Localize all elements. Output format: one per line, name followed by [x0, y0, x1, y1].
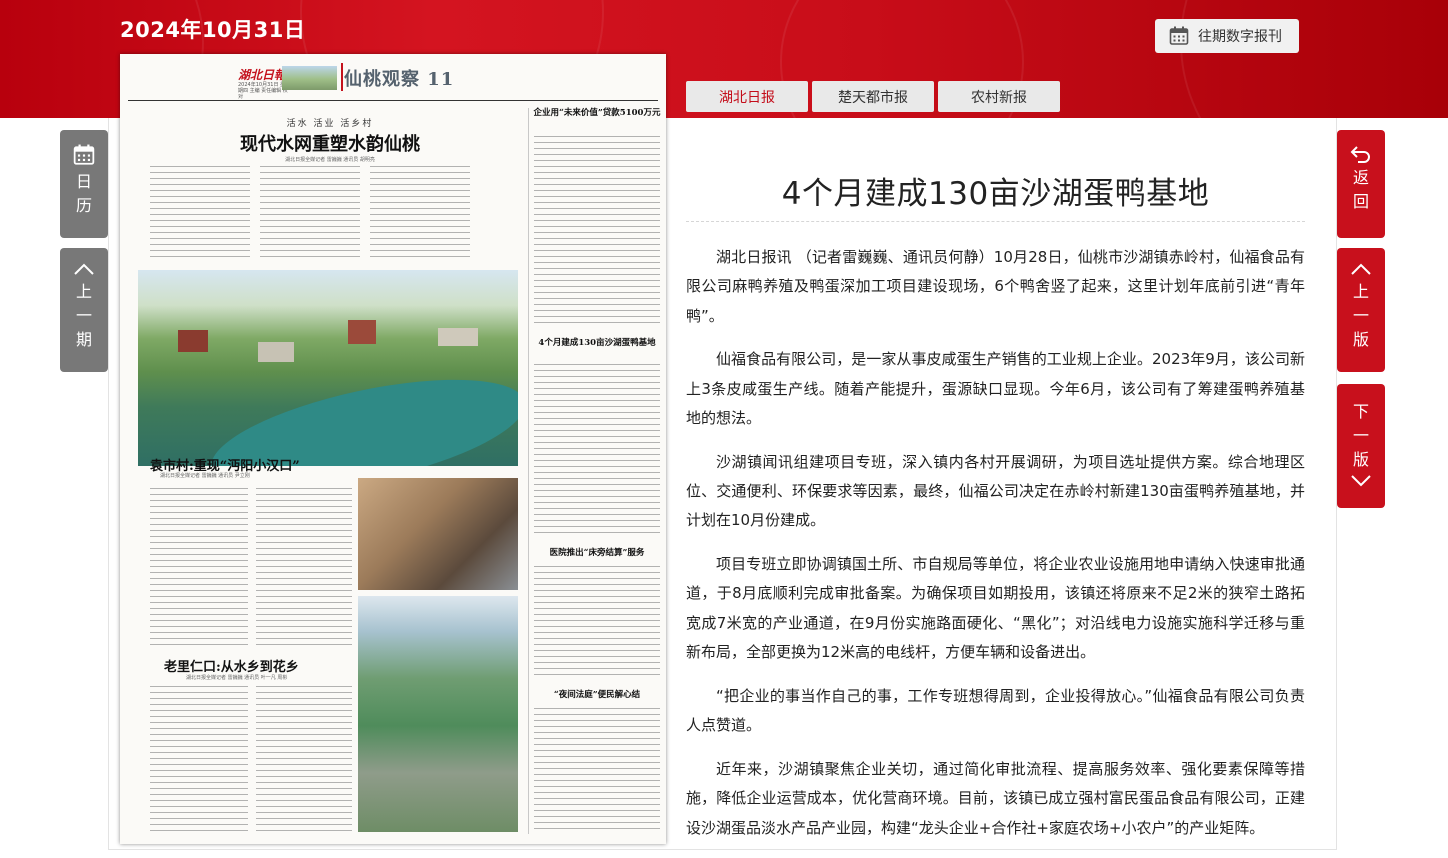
section-bar — [341, 63, 343, 91]
right-text-3 — [534, 566, 660, 676]
newspaper-meta: 2024年10月31日 星期四 主编 责任编辑 校对 — [238, 82, 288, 100]
return-arrow-icon — [1350, 146, 1370, 163]
calendar-button[interactable]: 日 历 — [60, 130, 108, 238]
calendar-label-1: 日 — [75, 172, 92, 191]
prev-issue-label-3: 期 — [75, 330, 92, 349]
lead-text-col-1 — [150, 166, 250, 262]
masthead-photo — [282, 66, 337, 90]
chevron-up-icon — [1351, 263, 1371, 275]
right-text-4 — [534, 708, 660, 832]
lead-byline: 湖北日报全媒记者 雷巍巍 通讯员 胡明亮 — [285, 157, 375, 163]
lead-headline[interactable]: 现代水网重塑水韵仙桃 — [180, 130, 480, 156]
prev-page-label-3: 版 — [1352, 330, 1369, 349]
chevron-down-icon — [1351, 475, 1371, 487]
lead-photo[interactable] — [138, 270, 518, 466]
prev-page-button[interactable]: 上 一 版 — [1337, 248, 1385, 372]
sub2-text-col-1 — [150, 686, 248, 834]
newspaper-page[interactable]: 湖北日報 2024年10月31日 星期四 主编 责任编辑 校对 仙桃观察 11 … — [120, 54, 666, 844]
tab-chutian-metropolis[interactable]: 楚天都市报 — [812, 81, 934, 112]
issue-date: 2024年10月31日 — [120, 18, 306, 42]
prev-page-label-1: 上 — [1352, 282, 1369, 301]
lead-text-col-2 — [260, 166, 360, 262]
section-title: 仙桃观察 11 — [344, 69, 455, 90]
right-headline-4[interactable]: “夜间法庭”便民解心结 — [532, 690, 662, 701]
archive-button[interactable]: 往期数字报刊 — [1155, 19, 1299, 53]
title-divider — [686, 221, 1305, 222]
newspaper-logo: 湖北日報 — [238, 68, 287, 82]
next-page-label-1: 下 — [1352, 402, 1369, 421]
calendar-icon — [1169, 26, 1189, 45]
village-photo[interactable] — [358, 596, 518, 832]
prev-issue-label-2: 一 — [75, 306, 92, 325]
next-page-button[interactable]: 下 一 版 — [1337, 384, 1385, 508]
sub2-text-col-2 — [256, 686, 352, 834]
article-paragraph: 湖北日报讯 （记者雷巍巍、通讯员何静）10月28日，仙桃市沙湖镇赤岭村，仙福食品… — [686, 248, 1305, 325]
archive-button-label: 往期数字报刊 — [1198, 29, 1282, 45]
calendar-label-2: 历 — [75, 196, 92, 215]
tab-rural-news[interactable]: 农村新报 — [938, 81, 1060, 112]
lead-text-col-3 — [370, 166, 470, 262]
next-page-label-2: 一 — [1352, 426, 1369, 445]
sub-headline-2[interactable]: 老里仁口:从水乡到花乡 — [164, 656, 299, 675]
prev-issue-label-1: 上 — [75, 282, 92, 301]
calendar-icon — [73, 144, 95, 165]
prev-page-label-2: 一 — [1352, 306, 1369, 325]
right-text-1 — [534, 136, 660, 326]
sub1-text-col-2 — [256, 488, 352, 648]
article-title: 4个月建成130亩沙湖蛋鸭基地 — [781, 176, 1210, 212]
prev-issue-button[interactable]: 上 一 期 — [60, 248, 108, 372]
right-column-rule — [528, 108, 529, 834]
article-paragraph: 沙湖镇闻讯组建项目专班，深入镇内各村开展调研，为项目选址提供方案。综合地理区位、… — [686, 452, 1305, 530]
right-headline-3[interactable]: 医院推出“床旁结算”服务 — [532, 548, 662, 559]
article-paragraph: 项目专班立即协调镇国土所、市自规局等单位，将企业农业设施用地申请纳入快速审批通道… — [686, 555, 1305, 662]
right-headline-1[interactable]: 企业用“未来价值”贷款5100万元 — [532, 108, 662, 119]
paper-tabs: 湖北日报 楚天都市报 农村新报 — [686, 81, 1060, 112]
cafe-photo[interactable] — [358, 478, 518, 590]
calendar-back-button[interactable]: 返 回 — [1337, 130, 1385, 238]
back-label-1: 返 — [1352, 168, 1369, 187]
sub-byline-1: 湖北日报全媒记者 雷巍巍 通讯员 尹立刚 — [160, 473, 250, 479]
sub1-text-col-1 — [150, 488, 248, 648]
right-headline-2[interactable]: 4个月建成130亩沙湖蛋鸭基地 — [532, 338, 662, 349]
article-body: 湖北日报讯 （记者雷巍巍、通讯员何静）10月28日，仙桃市沙湖镇赤岭村，仙福食品… — [686, 243, 1305, 857]
tab-hubei-daily[interactable]: 湖北日报 — [686, 81, 808, 112]
article-paragraph: 近年来，沙湖镇聚焦企业关切，通过简化审批流程、提高服务效率、强化要素保障等措施，… — [686, 759, 1305, 837]
article-paragraph: “把企业的事当作自己的事，工作专班想得周到，企业投得放心。”仙福食品有限公司负责… — [686, 686, 1305, 735]
next-page-label-3: 版 — [1352, 450, 1369, 469]
back-label-2: 回 — [1352, 192, 1369, 211]
chevron-up-icon — [74, 263, 94, 275]
lead-kicker: 活水 活业 活乡村 — [286, 119, 374, 129]
right-text-2 — [534, 364, 660, 534]
article-paragraph: 仙福食品有限公司，是一家从事皮咸蛋生产销售的工业规上企业。2023年9月，该公司… — [686, 350, 1305, 427]
masthead-rule — [128, 100, 658, 101]
sub-byline-2: 湖北日报全媒记者 雷巍巍 通讯员 叶一凡 周彬 — [186, 675, 288, 681]
